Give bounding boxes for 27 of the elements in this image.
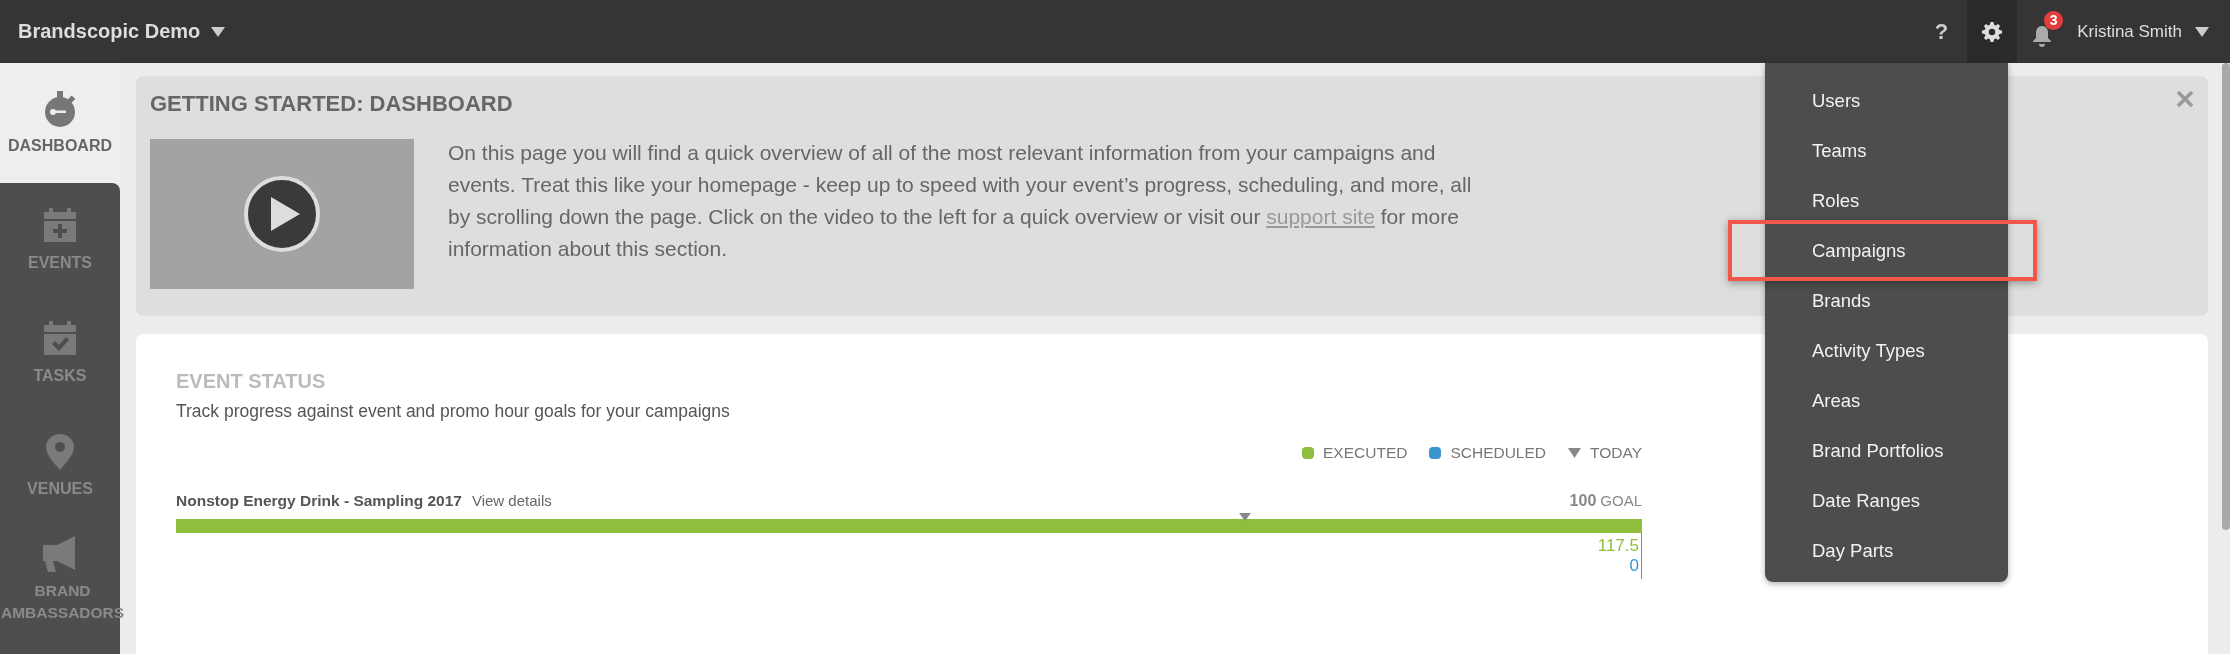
menu-item[interactable]: Day Parts: [1812, 540, 1894, 562]
menu-item[interactable]: Roles: [1812, 190, 1860, 212]
campaign-name: Nonstop Energy Drink - Sampling 2017: [176, 492, 462, 510]
menu-item[interactable]: Date Ranges: [1812, 490, 1920, 512]
legend-label: TODAY: [1590, 444, 1642, 462]
executed-value: 117.5: [1597, 536, 1639, 556]
goal-label: GOAL: [1600, 492, 1642, 509]
section-subtitle: Track progress against event and promo hour goals for your campaigns: [176, 401, 731, 422]
scheduled-value: 0: [1629, 556, 1639, 576]
section-title: EVENT STATUS: [176, 370, 326, 393]
menu-item[interactable]: Areas: [1812, 390, 1861, 412]
section-title: GETTING STARTED: DASHBOARD: [150, 91, 513, 117]
user-name[interactable]: Kristina Smith: [2077, 21, 2182, 42]
help-button[interactable]: ?: [1934, 18, 1949, 45]
menu-item[interactable]: Activity Types: [1812, 340, 1925, 362]
menu-item[interactable]: Brand Portfolios: [1812, 440, 1944, 462]
legend-label: EXECUTED: [1323, 444, 1408, 462]
description-text: On this page you will find a quick overview of all of the most relevant information from your campaigns and events. Treat this like your homepage - keep up to speed with your event’s progress, scheduling, and more, all by scrolling down the page. Click on the video to the left for a quick overview or visit our support site for more information about this section.: [448, 140, 1473, 262]
brand-name: Brandscopic Demo: [18, 20, 201, 43]
legend-label: SCHEDULED: [1450, 444, 1547, 462]
menu-item[interactable]: Brands: [1812, 290, 1871, 312]
menu-item[interactable]: Campaigns: [1812, 240, 1906, 262]
menu-item[interactable]: Users: [1812, 90, 1861, 112]
view-details-link[interactable]: View details: [471, 492, 552, 509]
notification-badge: 3: [2044, 10, 2064, 30]
goal-value: 100: [1569, 492, 1597, 510]
menu-item[interactable]: Teams: [1812, 140, 1867, 162]
